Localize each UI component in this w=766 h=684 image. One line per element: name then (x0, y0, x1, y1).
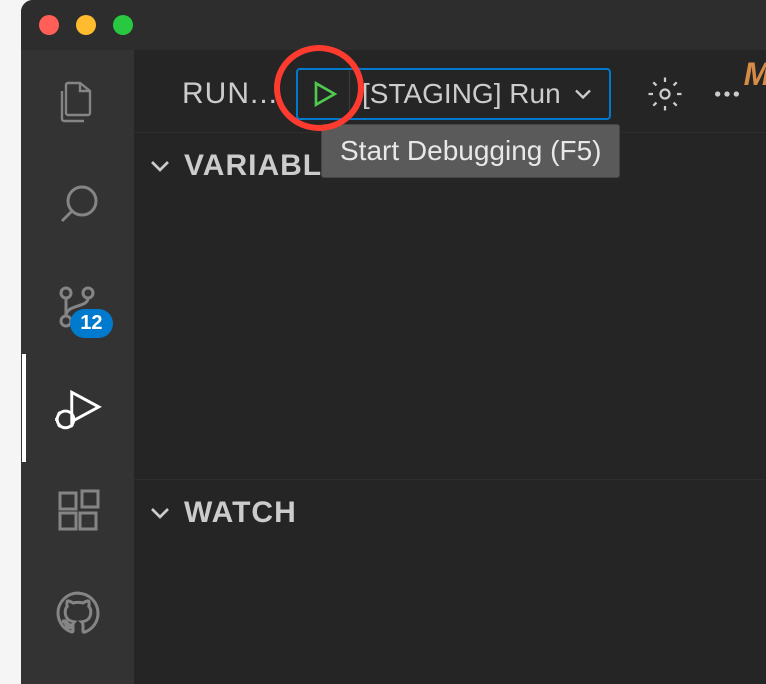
start-debugging-button[interactable] (298, 70, 350, 118)
run-config-control: [STAGING] Run (296, 68, 611, 120)
chevron-down-icon (144, 497, 176, 529)
sidebar-header: RUN... [STAGING] Run (134, 50, 766, 132)
watch-section-header[interactable]: WATCH (134, 480, 766, 546)
play-icon (308, 78, 340, 110)
watch-section: WATCH (134, 479, 766, 684)
activity-extensions[interactable] (53, 486, 103, 536)
watch-title: WATCH (184, 496, 297, 530)
search-icon (54, 181, 102, 229)
chevron-down-icon (569, 80, 597, 108)
header-actions (647, 76, 743, 112)
debug-play-icon (53, 382, 103, 436)
ellipsis-icon (711, 78, 743, 110)
activity-source-control[interactable]: 12 (53, 282, 103, 332)
window-body: 12 (21, 50, 766, 684)
gear-icon (647, 76, 683, 112)
config-dropdown[interactable]: [STAGING] Run (350, 70, 609, 118)
config-label: [STAGING] Run (362, 78, 561, 110)
extensions-icon (54, 487, 102, 535)
tab-letter: M (744, 56, 766, 93)
minimize-window-button[interactable] (76, 15, 96, 35)
source-control-badge: 12 (70, 309, 112, 338)
files-icon (54, 79, 102, 127)
start-debugging-tooltip: Start Debugging (F5) (321, 124, 620, 178)
maximize-window-button[interactable] (113, 15, 133, 35)
chevron-down-icon (144, 150, 176, 182)
vscode-window: 12 (21, 0, 766, 684)
close-window-button[interactable] (39, 15, 59, 35)
run-debug-sidebar: RUN... [STAGING] Run (134, 50, 766, 684)
title-bar (21, 0, 766, 50)
sidebar-title: RUN... (182, 77, 278, 111)
variables-section: VARIABLES (134, 132, 766, 479)
editor-tab-indicator: M (748, 50, 766, 98)
watch-body (134, 546, 766, 684)
activity-github[interactable] (53, 588, 103, 638)
activity-run-debug[interactable] (53, 384, 103, 434)
variables-body (134, 199, 766, 479)
activity-bar: 12 (21, 50, 134, 684)
activity-search[interactable] (53, 180, 103, 230)
github-icon (54, 589, 102, 637)
activity-explorer[interactable] (53, 78, 103, 128)
settings-button[interactable] (647, 76, 683, 112)
more-actions-button[interactable] (711, 78, 743, 110)
